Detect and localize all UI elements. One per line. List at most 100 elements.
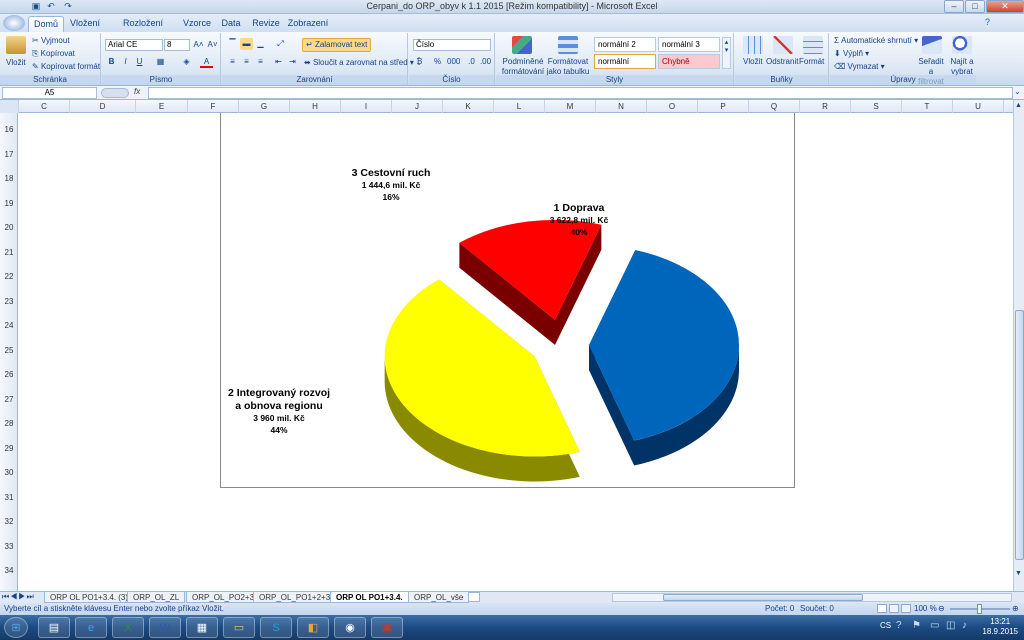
align-right-icon[interactable]: ≡ bbox=[254, 56, 267, 68]
number-format-select[interactable]: Číslo bbox=[413, 39, 491, 51]
insert-cells-button[interactable]: Vložit bbox=[743, 57, 763, 67]
column-header[interactable]: H bbox=[290, 100, 341, 113]
decrease-indent-icon[interactable]: ⇤ bbox=[272, 56, 285, 68]
expand-formula-icon[interactable]: ⌄ bbox=[1014, 87, 1021, 96]
insert-cells-icon[interactable] bbox=[743, 36, 763, 54]
office-button[interactable] bbox=[3, 15, 25, 31]
column-header[interactable]: J bbox=[392, 100, 443, 113]
merge-center-button[interactable]: ⬌ Sloučit a zarovnat na střed ▾ bbox=[304, 58, 414, 68]
font-color-icon[interactable]: A bbox=[200, 56, 213, 68]
normal-view-icon[interactable] bbox=[877, 604, 887, 613]
network-tray-icon[interactable]: ⚑ bbox=[912, 620, 921, 631]
format-table-button[interactable]: Formátovat jako tabulku bbox=[544, 57, 592, 77]
style-normal-2[interactable]: normální 2 bbox=[594, 37, 656, 52]
tray-icon-1[interactable]: ▭ bbox=[930, 620, 939, 631]
sheet-tab[interactable]: ORP OL PO1+3.4. (3) bbox=[44, 592, 135, 603]
style-bad[interactable]: Chybně bbox=[658, 54, 720, 69]
sheet-tab[interactable]: ORP_OL_vše bbox=[408, 592, 470, 603]
tab-page-layout[interactable]: Rozložení stránky bbox=[108, 16, 178, 43]
word-icon[interactable]: W bbox=[149, 617, 181, 638]
thousands-icon[interactable]: 000 bbox=[447, 56, 460, 68]
column-header[interactable]: N bbox=[596, 100, 647, 113]
row-header[interactable]: 17 bbox=[0, 150, 18, 159]
tab-formulas[interactable]: Vzorce bbox=[180, 16, 214, 32]
formula-input[interactable] bbox=[148, 87, 1013, 99]
style-normal-3[interactable]: normální 3 bbox=[658, 37, 720, 52]
zoom-slider-thumb[interactable] bbox=[977, 604, 982, 614]
start-icon[interactable]: ⊞ bbox=[4, 617, 28, 638]
column-header[interactable]: T bbox=[902, 100, 953, 113]
volume-icon[interactable]: ♪ bbox=[962, 620, 967, 631]
format-cells-icon[interactable] bbox=[803, 36, 823, 54]
column-header[interactable]: U bbox=[953, 100, 1004, 113]
row-header[interactable]: 33 bbox=[0, 542, 18, 551]
format-painter-button[interactable]: ✎ Kopírovat formát bbox=[32, 62, 100, 72]
row-header[interactable]: 20 bbox=[0, 223, 18, 232]
close-button[interactable]: ✕ bbox=[986, 0, 1024, 13]
folder-icon[interactable]: ▭ bbox=[223, 617, 255, 638]
formula-bar-handle[interactable] bbox=[101, 88, 129, 98]
format-cells-button[interactable]: Formát bbox=[799, 57, 824, 67]
tab-insert[interactable]: Vložení bbox=[66, 16, 104, 32]
column-header[interactable]: D bbox=[70, 100, 136, 113]
decrease-decimal-icon[interactable]: .00 bbox=[479, 56, 492, 68]
help-tray-icon[interactable]: ? bbox=[896, 620, 902, 631]
row-header[interactable]: 22 bbox=[0, 272, 18, 281]
column-header[interactable]: Q bbox=[749, 100, 800, 113]
borders-icon[interactable]: ▦ bbox=[154, 56, 167, 68]
row-header[interactable]: 19 bbox=[0, 199, 18, 208]
language-indicator[interactable]: CS bbox=[880, 621, 891, 630]
excel-icon[interactable]: X bbox=[112, 617, 144, 638]
sheet-tab[interactable]: ORP OL PO1+3.4. bbox=[330, 592, 409, 603]
sheet-tab[interactable]: ORP_OL_PO2+3 bbox=[186, 592, 261, 603]
column-header[interactable]: G bbox=[239, 100, 290, 113]
column-header[interactable]: C bbox=[19, 100, 70, 113]
row-header[interactable]: 31 bbox=[0, 493, 18, 502]
wrap-text-button[interactable]: ↵ Zalamovat text bbox=[302, 38, 372, 52]
column-header[interactable]: O bbox=[647, 100, 698, 113]
row-header[interactable]: 16 bbox=[0, 125, 18, 134]
autosum-button[interactable]: Σ Automatické shrnutí ▾ bbox=[834, 36, 918, 46]
sheet-nav-icons[interactable]: ⏮◀▶⏭ bbox=[2, 592, 35, 602]
align-middle-icon[interactable]: ▬ bbox=[240, 38, 253, 50]
align-left-icon[interactable]: ≡ bbox=[226, 56, 239, 68]
row-header[interactable]: 27 bbox=[0, 395, 18, 404]
calculator-icon[interactable]: ▦ bbox=[186, 617, 218, 638]
fill-button[interactable]: ⬇ Výplň ▾ bbox=[834, 49, 869, 59]
find-select-button[interactable]: Najít a vybrat bbox=[948, 57, 976, 77]
column-header[interactable]: P bbox=[698, 100, 749, 113]
tab-review[interactable]: Revize bbox=[250, 16, 282, 32]
bold-icon[interactable]: B bbox=[105, 56, 118, 68]
row-header[interactable]: 30 bbox=[0, 468, 18, 477]
help-icon[interactable]: ? bbox=[985, 17, 990, 27]
row-header[interactable]: 32 bbox=[0, 517, 18, 526]
row-header[interactable]: 24 bbox=[0, 321, 18, 330]
tab-view[interactable]: Zobrazení bbox=[286, 16, 330, 32]
conditional-format-icon[interactable] bbox=[512, 36, 532, 54]
cut-button[interactable]: ✂ Vyjmout bbox=[32, 36, 70, 46]
paste-button[interactable]: Vložit bbox=[6, 58, 26, 68]
align-bottom-icon[interactable]: ▁ bbox=[254, 38, 267, 50]
column-header[interactable]: L bbox=[494, 100, 545, 113]
currency-icon[interactable]: ₿ bbox=[413, 56, 426, 68]
zoom-out-icon[interactable]: ⊖ bbox=[938, 603, 945, 615]
format-table-icon[interactable] bbox=[558, 36, 578, 54]
find-select-icon[interactable] bbox=[952, 36, 972, 54]
vertical-scroll-thumb[interactable] bbox=[1015, 310, 1024, 560]
percent-icon[interactable]: % bbox=[431, 56, 444, 68]
font-size-select[interactable]: 8 bbox=[164, 39, 190, 51]
italic-icon[interactable]: I bbox=[119, 56, 132, 68]
row-header[interactable]: 25 bbox=[0, 346, 18, 355]
zoom-slider-track[interactable] bbox=[950, 604, 1010, 614]
font-name-select[interactable]: Arial CE bbox=[105, 39, 163, 51]
tray-icon-2[interactable]: ◫ bbox=[946, 620, 955, 631]
tab-home[interactable]: Domů bbox=[28, 16, 64, 32]
copy-button[interactable]: ⎘ Kopírovat bbox=[32, 49, 75, 59]
row-header[interactable]: 28 bbox=[0, 419, 18, 428]
align-center-icon[interactable]: ≡ bbox=[240, 56, 253, 68]
increase-decimal-icon[interactable]: .0 bbox=[465, 56, 478, 68]
style-normal[interactable]: normální bbox=[594, 54, 656, 69]
clear-button[interactable]: ⌫ Vymazat ▾ bbox=[834, 62, 885, 72]
media-icon[interactable]: ◉ bbox=[334, 617, 366, 638]
select-all-corner[interactable] bbox=[0, 100, 19, 113]
